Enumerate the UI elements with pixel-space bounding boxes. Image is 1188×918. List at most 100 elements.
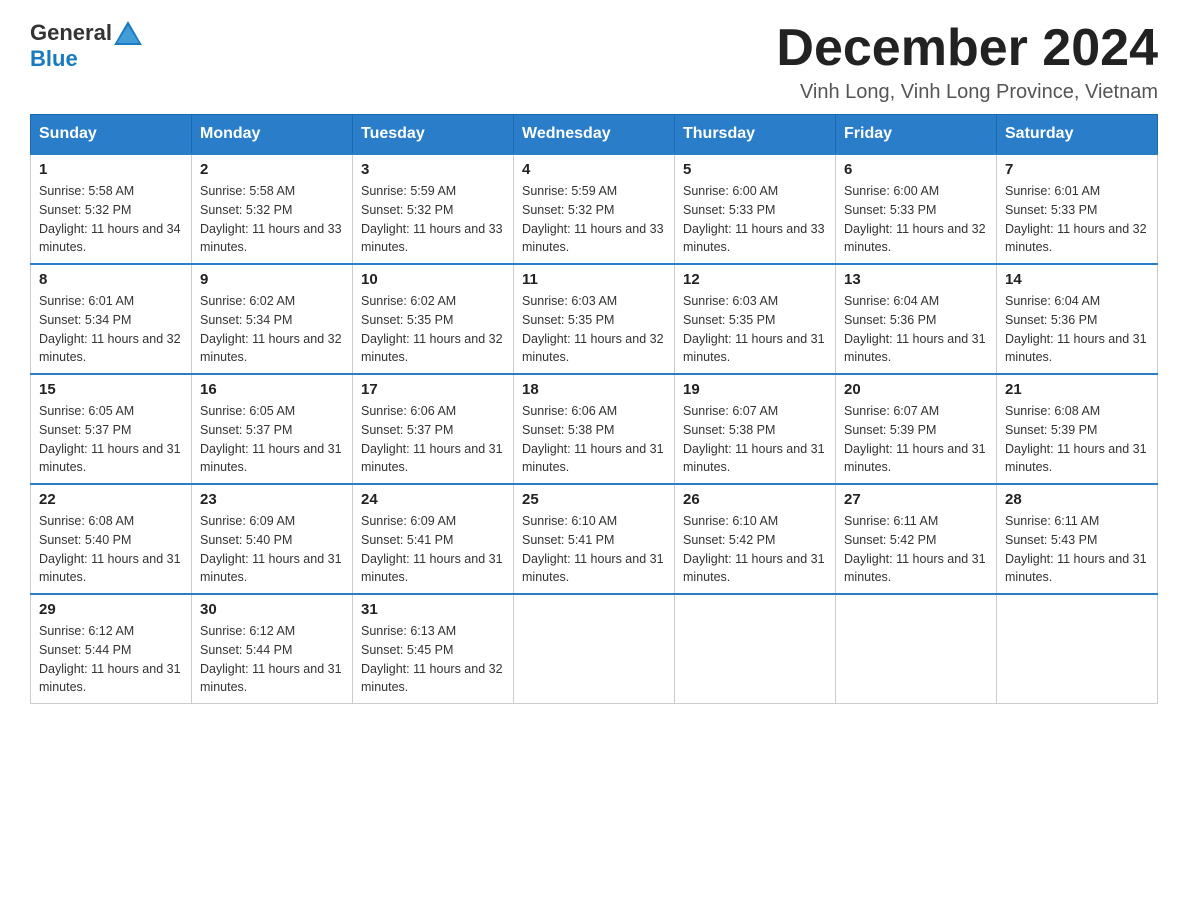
title-group: December 2024 Vinh Long, Vinh Long Provi… <box>776 20 1158 104</box>
logo-text-general: General <box>30 20 112 46</box>
calendar-week-row: 29 Sunrise: 6:12 AM Sunset: 5:44 PM Dayl… <box>31 594 1158 704</box>
day-number: 14 <box>1005 271 1149 288</box>
day-info: Sunrise: 5:58 AM Sunset: 5:32 PM Dayligh… <box>200 182 344 257</box>
day-number: 16 <box>200 381 344 398</box>
day-number: 20 <box>844 381 988 398</box>
day-info: Sunrise: 6:12 AM Sunset: 5:44 PM Dayligh… <box>39 622 183 697</box>
table-row <box>675 594 836 704</box>
table-row: 3 Sunrise: 5:59 AM Sunset: 5:32 PM Dayli… <box>353 154 514 264</box>
day-info: Sunrise: 6:04 AM Sunset: 5:36 PM Dayligh… <box>1005 292 1149 367</box>
day-number: 18 <box>522 381 666 398</box>
table-row: 2 Sunrise: 5:58 AM Sunset: 5:32 PM Dayli… <box>192 154 353 264</box>
month-title: December 2024 <box>776 20 1158 77</box>
table-row: 24 Sunrise: 6:09 AM Sunset: 5:41 PM Dayl… <box>353 484 514 594</box>
day-number: 7 <box>1005 161 1149 178</box>
day-info: Sunrise: 5:59 AM Sunset: 5:32 PM Dayligh… <box>361 182 505 257</box>
table-row: 1 Sunrise: 5:58 AM Sunset: 5:32 PM Dayli… <box>31 154 192 264</box>
day-info: Sunrise: 6:01 AM Sunset: 5:33 PM Dayligh… <box>1005 182 1149 257</box>
day-info: Sunrise: 6:00 AM Sunset: 5:33 PM Dayligh… <box>683 182 827 257</box>
table-row: 29 Sunrise: 6:12 AM Sunset: 5:44 PM Dayl… <box>31 594 192 704</box>
day-info: Sunrise: 6:05 AM Sunset: 5:37 PM Dayligh… <box>200 402 344 477</box>
calendar-week-row: 15 Sunrise: 6:05 AM Sunset: 5:37 PM Dayl… <box>31 374 1158 484</box>
day-info: Sunrise: 6:08 AM Sunset: 5:39 PM Dayligh… <box>1005 402 1149 477</box>
table-row: 7 Sunrise: 6:01 AM Sunset: 5:33 PM Dayli… <box>997 154 1158 264</box>
table-row: 11 Sunrise: 6:03 AM Sunset: 5:35 PM Dayl… <box>514 264 675 374</box>
logo-icon <box>114 21 142 45</box>
day-info: Sunrise: 6:06 AM Sunset: 5:38 PM Dayligh… <box>522 402 666 477</box>
day-number: 29 <box>39 601 183 618</box>
day-info: Sunrise: 5:59 AM Sunset: 5:32 PM Dayligh… <box>522 182 666 257</box>
table-row: 25 Sunrise: 6:10 AM Sunset: 5:41 PM Dayl… <box>514 484 675 594</box>
day-info: Sunrise: 6:08 AM Sunset: 5:40 PM Dayligh… <box>39 512 183 587</box>
day-info: Sunrise: 6:09 AM Sunset: 5:40 PM Dayligh… <box>200 512 344 587</box>
table-row: 23 Sunrise: 6:09 AM Sunset: 5:40 PM Dayl… <box>192 484 353 594</box>
day-number: 28 <box>1005 491 1149 508</box>
table-row: 5 Sunrise: 6:00 AM Sunset: 5:33 PM Dayli… <box>675 154 836 264</box>
table-row: 21 Sunrise: 6:08 AM Sunset: 5:39 PM Dayl… <box>997 374 1158 484</box>
day-number: 23 <box>200 491 344 508</box>
day-number: 4 <box>522 161 666 178</box>
day-number: 13 <box>844 271 988 288</box>
col-wednesday: Wednesday <box>514 115 675 155</box>
table-row <box>514 594 675 704</box>
table-row: 20 Sunrise: 6:07 AM Sunset: 5:39 PM Dayl… <box>836 374 997 484</box>
logo-text-blue: Blue <box>30 46 78 71</box>
day-number: 10 <box>361 271 505 288</box>
day-number: 27 <box>844 491 988 508</box>
day-info: Sunrise: 6:06 AM Sunset: 5:37 PM Dayligh… <box>361 402 505 477</box>
day-number: 3 <box>361 161 505 178</box>
logo: General Blue <box>30 20 142 72</box>
calendar-week-row: 8 Sunrise: 6:01 AM Sunset: 5:34 PM Dayli… <box>31 264 1158 374</box>
day-info: Sunrise: 6:11 AM Sunset: 5:42 PM Dayligh… <box>844 512 988 587</box>
table-row <box>997 594 1158 704</box>
day-info: Sunrise: 6:04 AM Sunset: 5:36 PM Dayligh… <box>844 292 988 367</box>
day-info: Sunrise: 5:58 AM Sunset: 5:32 PM Dayligh… <box>39 182 183 257</box>
table-row: 4 Sunrise: 5:59 AM Sunset: 5:32 PM Dayli… <box>514 154 675 264</box>
day-number: 5 <box>683 161 827 178</box>
table-row: 30 Sunrise: 6:12 AM Sunset: 5:44 PM Dayl… <box>192 594 353 704</box>
day-info: Sunrise: 6:01 AM Sunset: 5:34 PM Dayligh… <box>39 292 183 367</box>
day-info: Sunrise: 6:02 AM Sunset: 5:34 PM Dayligh… <box>200 292 344 367</box>
page-header: General Blue December 2024 Vinh Long, Vi… <box>30 20 1158 104</box>
day-number: 30 <box>200 601 344 618</box>
table-row: 17 Sunrise: 6:06 AM Sunset: 5:37 PM Dayl… <box>353 374 514 484</box>
day-number: 11 <box>522 271 666 288</box>
day-number: 25 <box>522 491 666 508</box>
table-row <box>836 594 997 704</box>
day-info: Sunrise: 6:11 AM Sunset: 5:43 PM Dayligh… <box>1005 512 1149 587</box>
day-info: Sunrise: 6:03 AM Sunset: 5:35 PM Dayligh… <box>522 292 666 367</box>
col-monday: Monday <box>192 115 353 155</box>
table-row: 18 Sunrise: 6:06 AM Sunset: 5:38 PM Dayl… <box>514 374 675 484</box>
calendar-header-row: Sunday Monday Tuesday Wednesday Thursday… <box>31 115 1158 155</box>
col-tuesday: Tuesday <box>353 115 514 155</box>
table-row: 26 Sunrise: 6:10 AM Sunset: 5:42 PM Dayl… <box>675 484 836 594</box>
calendar-week-row: 1 Sunrise: 5:58 AM Sunset: 5:32 PM Dayli… <box>31 154 1158 264</box>
col-saturday: Saturday <box>997 115 1158 155</box>
table-row: 6 Sunrise: 6:00 AM Sunset: 5:33 PM Dayli… <box>836 154 997 264</box>
location-subtitle: Vinh Long, Vinh Long Province, Vietnam <box>776 81 1158 104</box>
table-row: 19 Sunrise: 6:07 AM Sunset: 5:38 PM Dayl… <box>675 374 836 484</box>
day-number: 12 <box>683 271 827 288</box>
table-row: 16 Sunrise: 6:05 AM Sunset: 5:37 PM Dayl… <box>192 374 353 484</box>
day-info: Sunrise: 6:13 AM Sunset: 5:45 PM Dayligh… <box>361 622 505 697</box>
day-info: Sunrise: 6:10 AM Sunset: 5:42 PM Dayligh… <box>683 512 827 587</box>
day-info: Sunrise: 6:09 AM Sunset: 5:41 PM Dayligh… <box>361 512 505 587</box>
day-number: 22 <box>39 491 183 508</box>
day-number: 15 <box>39 381 183 398</box>
day-info: Sunrise: 6:02 AM Sunset: 5:35 PM Dayligh… <box>361 292 505 367</box>
table-row: 10 Sunrise: 6:02 AM Sunset: 5:35 PM Dayl… <box>353 264 514 374</box>
day-number: 8 <box>39 271 183 288</box>
calendar-week-row: 22 Sunrise: 6:08 AM Sunset: 5:40 PM Dayl… <box>31 484 1158 594</box>
col-sunday: Sunday <box>31 115 192 155</box>
col-thursday: Thursday <box>675 115 836 155</box>
day-info: Sunrise: 6:07 AM Sunset: 5:39 PM Dayligh… <box>844 402 988 477</box>
day-number: 6 <box>844 161 988 178</box>
day-number: 1 <box>39 161 183 178</box>
day-number: 21 <box>1005 381 1149 398</box>
day-number: 17 <box>361 381 505 398</box>
day-number: 24 <box>361 491 505 508</box>
table-row: 28 Sunrise: 6:11 AM Sunset: 5:43 PM Dayl… <box>997 484 1158 594</box>
table-row: 12 Sunrise: 6:03 AM Sunset: 5:35 PM Dayl… <box>675 264 836 374</box>
day-info: Sunrise: 6:07 AM Sunset: 5:38 PM Dayligh… <box>683 402 827 477</box>
day-number: 9 <box>200 271 344 288</box>
